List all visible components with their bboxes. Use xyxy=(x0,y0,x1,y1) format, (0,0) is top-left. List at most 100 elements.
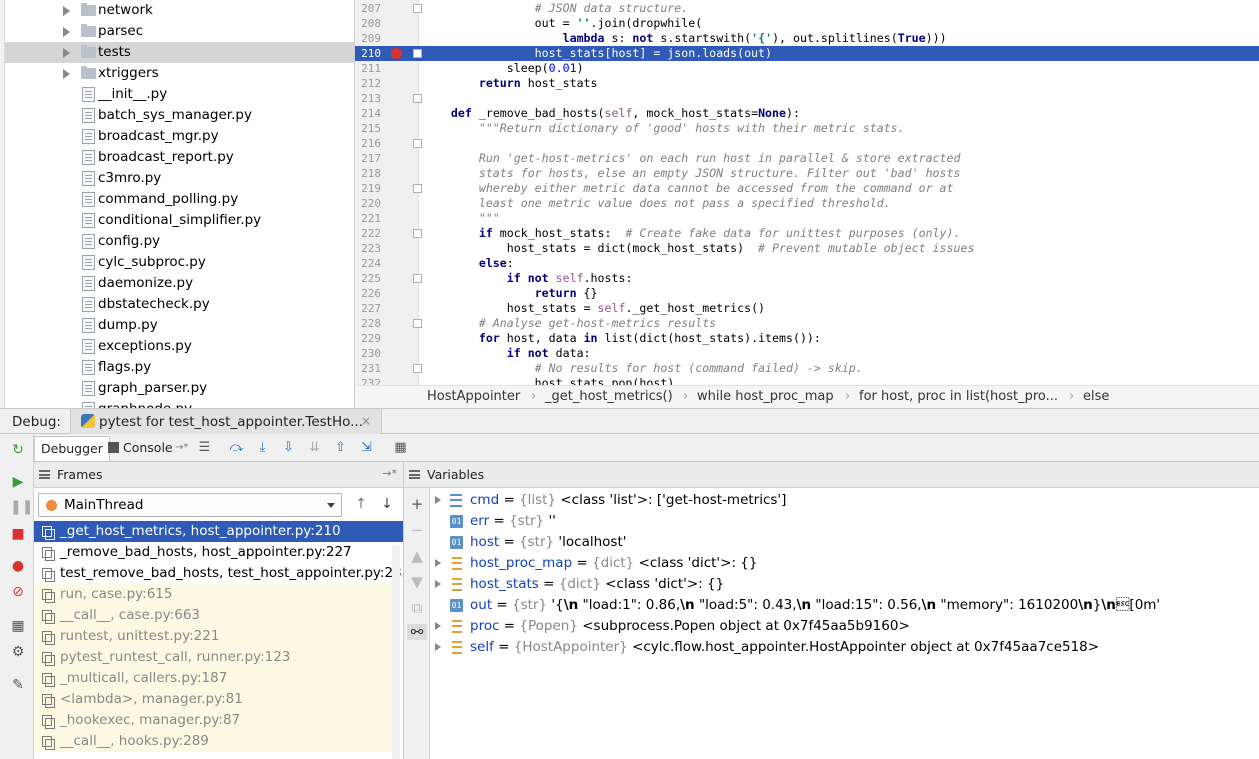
tab-console[interactable]: Console xyxy=(102,436,179,461)
variable-row[interactable]: 01 host = {str} 'localhost' xyxy=(430,532,1259,553)
run-to-cursor-icon[interactable]: ⇲ xyxy=(358,439,375,456)
frame-item[interactable]: pytest_runtest_call, runner.py:123 xyxy=(34,647,392,668)
step-into-icon[interactable]: ⇩ xyxy=(280,439,297,456)
frames-scrollbar[interactable] xyxy=(392,545,400,759)
resume-icon[interactable]: ▶ xyxy=(10,474,26,490)
frame-item[interactable]: __call__, hooks.py:289 xyxy=(34,731,392,752)
breadcrumb-item[interactable]: for host, proc in list(host_pro... xyxy=(859,389,1058,404)
chevron-right-icon[interactable] xyxy=(63,48,70,58)
file-item[interactable]: dbstatecheck.py xyxy=(5,294,354,315)
file-item[interactable]: exceptions.py xyxy=(5,336,354,357)
glasses-icon[interactable]: ⚯ xyxy=(407,624,427,640)
chevron-right-icon[interactable] xyxy=(63,6,70,16)
variable-row[interactable]: proc = {Popen} <subprocess.Popen object … xyxy=(430,616,1259,637)
variable-row[interactable]: 01 err = {str} '' xyxy=(430,511,1259,532)
move-down-icon[interactable]: ▼ xyxy=(409,574,425,590)
tab-debugger[interactable]: Debugger xyxy=(34,436,110,461)
variable-value: <subprocess.Popen object at 0x7f45aa5b91… xyxy=(582,618,910,634)
chevron-right-icon[interactable] xyxy=(435,643,441,651)
chevron-right-icon[interactable] xyxy=(63,69,70,79)
variable-row[interactable]: cmd = {list} <class 'list'>: ['get-host-… xyxy=(430,490,1259,511)
file-item[interactable]: broadcast_report.py xyxy=(5,147,354,168)
thread-select[interactable]: MainThread xyxy=(38,493,342,517)
frame-item[interactable]: __call__, case.py:663 xyxy=(34,605,392,626)
file-item[interactable]: daemonize.py xyxy=(5,273,354,294)
breadcrumb-item[interactable]: while host_proc_map xyxy=(697,389,834,404)
file-item[interactable]: c3mro.py xyxy=(5,168,354,189)
file-item[interactable]: command_polling.py xyxy=(5,189,354,210)
file-item[interactable]: dump.py xyxy=(5,315,354,336)
file-item[interactable]: __init__.py xyxy=(5,84,354,105)
frame-item[interactable]: test_remove_bad_hosts, test_host_appoint… xyxy=(34,563,403,584)
fold-marker-icon[interactable] xyxy=(413,274,422,283)
file-item[interactable]: cylc_subproc.py xyxy=(5,252,354,273)
folder-item[interactable]: tests xyxy=(5,42,354,63)
fold-marker-icon[interactable] xyxy=(413,184,422,193)
previous-frame-icon[interactable]: ↑ xyxy=(353,496,369,514)
frame-item[interactable]: _hookexec, manager.py:87 xyxy=(34,710,392,731)
variable-text: self = {HostAppointer} <cylc.flow.host_a… xyxy=(470,639,1100,655)
evaluate-expression-icon[interactable]: ▦ xyxy=(392,439,409,456)
file-item[interactable]: graph_parser.py xyxy=(5,378,354,399)
variable-row[interactable]: host_proc_map = {dict} <class 'dict'>: {… xyxy=(430,553,1259,574)
chevron-right-icon[interactable] xyxy=(435,496,441,504)
variable-row[interactable]: 01 out = {str} '{\n "load:1": 0.86,\n "lo… xyxy=(430,595,1259,616)
fold-marker-icon[interactable] xyxy=(413,229,422,238)
fold-marker-icon[interactable] xyxy=(413,364,422,373)
fold-marker-icon[interactable] xyxy=(413,94,422,103)
stop-icon[interactable]: ■ xyxy=(10,526,26,542)
console-pin-icon[interactable]: →* xyxy=(169,436,194,461)
variable-row[interactable]: host_stats = {dict} <class 'dict'>: {} xyxy=(430,574,1259,595)
file-item[interactable]: conditional_simplifier.py xyxy=(5,210,354,231)
debug-run-tab[interactable]: pytest for test_host_appointer.TestHo...… xyxy=(70,409,382,434)
frame-item[interactable]: _multicall, callers.py:187 xyxy=(34,668,392,689)
pause-icon[interactable]: ❚❚ xyxy=(10,499,33,515)
frame-item[interactable]: _remove_bad_hosts, host_appointer.py:227 xyxy=(34,542,403,563)
frames-pin-icon[interactable]: →* xyxy=(382,467,397,480)
step-out-icon[interactable]: ⇧ xyxy=(332,439,349,456)
code-editor[interactable]: 207 # JSON data structure. 208 out = ''.j… xyxy=(355,0,1259,385)
frame-item[interactable]: _get_host_metrics, host_appointer.py:210 xyxy=(34,521,403,542)
chevron-right-icon[interactable] xyxy=(63,27,70,37)
close-icon[interactable]: × xyxy=(361,414,371,428)
layout-icon[interactable]: ▦ xyxy=(10,618,26,634)
file-item[interactable]: config.py xyxy=(5,231,354,252)
step-over-icon[interactable]: ⤓ xyxy=(254,439,271,456)
code-text: if not data: xyxy=(423,346,591,361)
fold-marker-icon[interactable] xyxy=(413,4,422,13)
next-frame-icon[interactable]: ↓ xyxy=(379,496,395,514)
frame-item[interactable]: runtest, unittest.py:221 xyxy=(34,626,392,647)
folder-item[interactable]: network xyxy=(5,0,354,21)
frame-item[interactable]: run, case.py:615 xyxy=(34,584,392,605)
pin-icon[interactable]: ✎ xyxy=(10,677,26,693)
view-breakpoints-icon[interactable]: ● xyxy=(10,558,26,574)
file-item[interactable]: batch_sys_manager.py xyxy=(5,105,354,126)
breadcrumb-item[interactable]: _get_host_metrics() xyxy=(545,389,673,404)
chevron-right-icon[interactable] xyxy=(435,559,441,567)
fold-marker-icon[interactable] xyxy=(413,139,422,148)
file-item[interactable]: flags.py xyxy=(5,357,354,378)
folder-item[interactable]: xtriggers xyxy=(5,63,354,84)
copy-icon[interactable]: ⧉ xyxy=(409,600,425,616)
variable-row[interactable]: self = {HostAppointer} <cylc.flow.host_a… xyxy=(430,637,1259,658)
file-item[interactable]: broadcast_mgr.py xyxy=(5,126,354,147)
menu-icon[interactable]: ☰ xyxy=(196,439,213,456)
breadcrumb-item[interactable]: else xyxy=(1083,389,1109,404)
chevron-right-icon[interactable] xyxy=(435,580,441,588)
remove-watch-icon[interactable]: − xyxy=(409,522,425,538)
breadcrumb-item[interactable]: HostAppointer xyxy=(427,389,520,404)
fold-marker-icon[interactable] xyxy=(413,49,422,58)
gear-icon[interactable]: ⚙ xyxy=(10,644,26,660)
rerun-icon[interactable]: ↻ xyxy=(10,442,26,458)
folder-item[interactable]: parsec xyxy=(5,21,354,42)
step-into-my-code-icon[interactable]: ⇊ xyxy=(306,439,323,456)
show-execution-point-icon[interactable]: ⤼ xyxy=(228,439,245,456)
chevron-right-icon[interactable] xyxy=(435,622,441,630)
breakpoint-icon[interactable] xyxy=(391,48,402,59)
add-watch-icon[interactable]: + xyxy=(409,496,425,512)
frame-item[interactable]: <lambda>, manager.py:81 xyxy=(34,689,392,710)
fold-marker-icon[interactable] xyxy=(413,319,422,328)
move-up-icon[interactable]: ▲ xyxy=(409,548,425,564)
mute-breakpoints-icon[interactable]: ⊘ xyxy=(10,584,26,600)
file-item[interactable]: graphnode.py xyxy=(5,399,354,408)
